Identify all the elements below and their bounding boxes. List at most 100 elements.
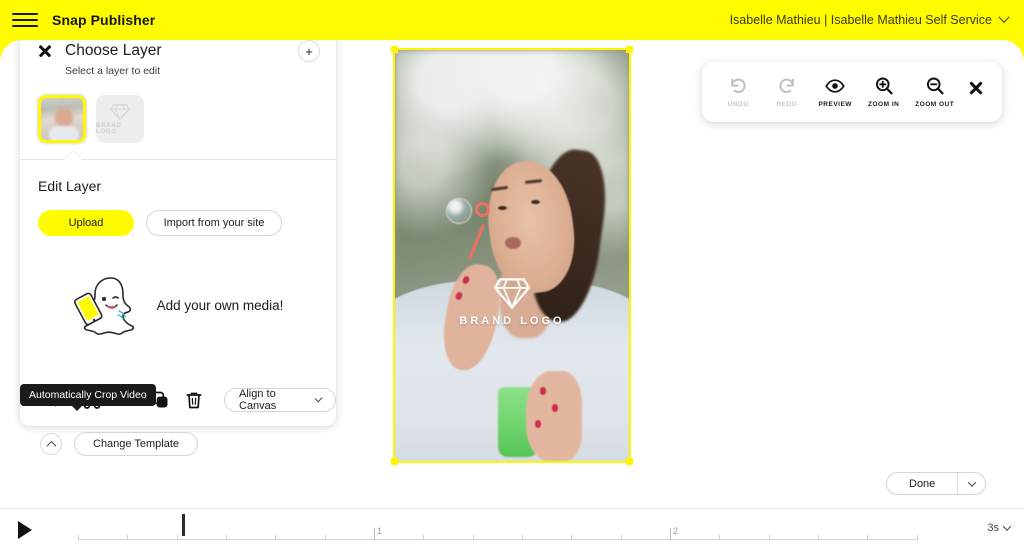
- duration-label: 3s: [987, 522, 999, 534]
- editor-toolbar: UNDO REDO PREVIEW ZOOM IN ZOOM OUT: [702, 62, 1002, 122]
- zoom-in-label: ZOOM IN: [868, 101, 900, 108]
- video-canvas[interactable]: BRAND LOGO: [393, 48, 631, 463]
- layer-item-video[interactable]: [38, 95, 86, 143]
- done-dropdown-button[interactable]: [957, 473, 985, 494]
- brand-logo-text: BRAND LOGO: [459, 315, 565, 328]
- timeline-tick-label: 1: [377, 526, 383, 536]
- undo-icon: [731, 78, 746, 94]
- nail: [540, 387, 547, 396]
- timeline-tick-minor: [719, 535, 721, 540]
- timeline-bar: 12: [0, 508, 1024, 548]
- undo-label: UNDO: [727, 101, 749, 108]
- timeline-tick-minor: [768, 535, 770, 540]
- panel-subtitle: Select a layer to edit: [65, 65, 161, 77]
- chevron-down-icon: [967, 477, 977, 487]
- zoom-in-icon: [875, 77, 893, 95]
- import-from-site-button[interactable]: Import from your site: [146, 210, 282, 236]
- edit-layer-title: Edit Layer: [38, 178, 102, 194]
- panel-title: Choose Layer: [65, 42, 162, 59]
- layer-thumbnail: [41, 98, 83, 140]
- canvas-area[interactable]: BRAND LOGO: [391, 46, 633, 465]
- redo-icon: [779, 78, 794, 94]
- user-account-label: Isabelle Mathieu | Isabelle Mathieu Self…: [729, 13, 992, 27]
- subject-hand-right: [526, 370, 583, 461]
- layer-list: BRAND LOGO: [20, 77, 336, 160]
- close-icon[interactable]: [38, 45, 51, 58]
- timeline-tick-minor: [324, 535, 326, 540]
- template-controls: Change Template: [40, 432, 199, 456]
- preview-label: PREVIEW: [818, 101, 852, 108]
- align-to-canvas-dropdown[interactable]: Align to Canvas: [224, 388, 336, 412]
- tooltip-automatically-crop-video: Automatically Crop Video: [20, 384, 156, 411]
- timeline-tick-minor: [127, 535, 129, 540]
- choose-layer-panel: Choose Layer Select a layer to edit + BR…: [20, 26, 336, 426]
- timeline-tick-minor: [620, 535, 622, 540]
- edit-layer-section: Edit Layer Upload Import from your site: [20, 160, 336, 236]
- selected-layer-caret: [64, 151, 82, 160]
- timeline-tick-minor: [275, 535, 277, 540]
- change-template-button[interactable]: Change Template: [74, 432, 199, 456]
- diamond-icon: [110, 104, 130, 121]
- nail: [551, 403, 558, 412]
- resize-handle-bottom-right[interactable]: [626, 458, 633, 465]
- zoom-out-button[interactable]: ZOOM OUT: [915, 76, 954, 108]
- done-button-group[interactable]: Done: [886, 472, 987, 495]
- align-to-canvas-label: Align to Canvas: [239, 388, 277, 412]
- timeline-tick-minor: [176, 535, 178, 540]
- layer-item-brand-logo[interactable]: BRAND LOGO: [96, 95, 144, 143]
- timeline-tick-major: 2: [670, 526, 678, 540]
- subject-eye-right: [530, 200, 540, 204]
- play-button[interactable]: [18, 521, 32, 539]
- duration-selector[interactable]: 3s: [987, 522, 1012, 534]
- timeline-tick-major: 1: [374, 526, 382, 540]
- timeline-tick-label: 2: [673, 526, 679, 536]
- snapchat-ghost-icon: [73, 272, 145, 338]
- timeline-tick-minor: [916, 535, 918, 540]
- snap-publisher-app: Snap Publisher Isabelle Mathieu | Isabel…: [0, 0, 1024, 548]
- chevron-down-icon: [998, 11, 1010, 23]
- user-account-menu[interactable]: Isabelle Mathieu | Isabelle Mathieu Self…: [729, 11, 1010, 27]
- timeline-tick-minor: [571, 535, 573, 540]
- resize-handle-bottom-left[interactable]: [391, 458, 398, 465]
- preview-button[interactable]: PREVIEW: [818, 76, 852, 108]
- timeline-tick-minor: [867, 535, 869, 540]
- chevron-down-icon: [1002, 522, 1012, 531]
- timeline-tick-minor: [472, 535, 474, 540]
- chevron-up-icon: [46, 440, 56, 451]
- add-media-label: Add your own media!: [156, 297, 284, 313]
- zoom-in-button[interactable]: ZOOM IN: [867, 76, 901, 108]
- resize-handle-top-right[interactable]: [626, 46, 633, 53]
- hamburger-icon[interactable]: [12, 7, 38, 33]
- subject-mouth: [504, 237, 521, 249]
- zoom-out-label: ZOOM OUT: [915, 101, 955, 108]
- timeline-ruler[interactable]: 12: [78, 526, 918, 540]
- timeline-tick-minor: [522, 535, 523, 540]
- brand-logo-overlay[interactable]: BRAND LOGO: [395, 276, 629, 327]
- trash-icon[interactable]: [184, 390, 204, 410]
- layer-thumbnail-label: BRAND LOGO: [96, 123, 122, 135]
- undo-button[interactable]: UNDO: [721, 76, 755, 108]
- chevron-down-icon: [314, 394, 323, 403]
- resize-handle-top-left[interactable]: [391, 46, 398, 53]
- video-frame: [395, 50, 629, 461]
- page-title: Snap Publisher: [52, 12, 156, 28]
- collapse-panel-button[interactable]: [40, 433, 62, 455]
- zoom-out-icon: [926, 77, 944, 95]
- close-toolbar-button[interactable]: [969, 81, 983, 95]
- layer-thumbnail: BRAND LOGO: [96, 95, 144, 143]
- add-media-prompt: Add your own media!: [20, 236, 336, 378]
- timeline-playhead[interactable]: [182, 514, 185, 536]
- timeline-tick-minor: [423, 535, 425, 540]
- upload-button[interactable]: Upload: [38, 210, 134, 236]
- timeline-tick-minor: [818, 535, 819, 540]
- timeline-tick-minor: [226, 535, 227, 540]
- timeline-tick-minor: [78, 535, 79, 540]
- done-button[interactable]: Done: [887, 473, 957, 494]
- add-layer-button[interactable]: +: [298, 40, 320, 62]
- bubble-wand-ring: [474, 202, 490, 218]
- redo-label: REDO: [776, 101, 798, 108]
- app-header: Snap Publisher Isabelle Mathieu | Isabel…: [0, 0, 1024, 40]
- eye-icon: [825, 79, 845, 93]
- diamond-icon: [493, 278, 531, 310]
- redo-button[interactable]: REDO: [770, 76, 804, 108]
